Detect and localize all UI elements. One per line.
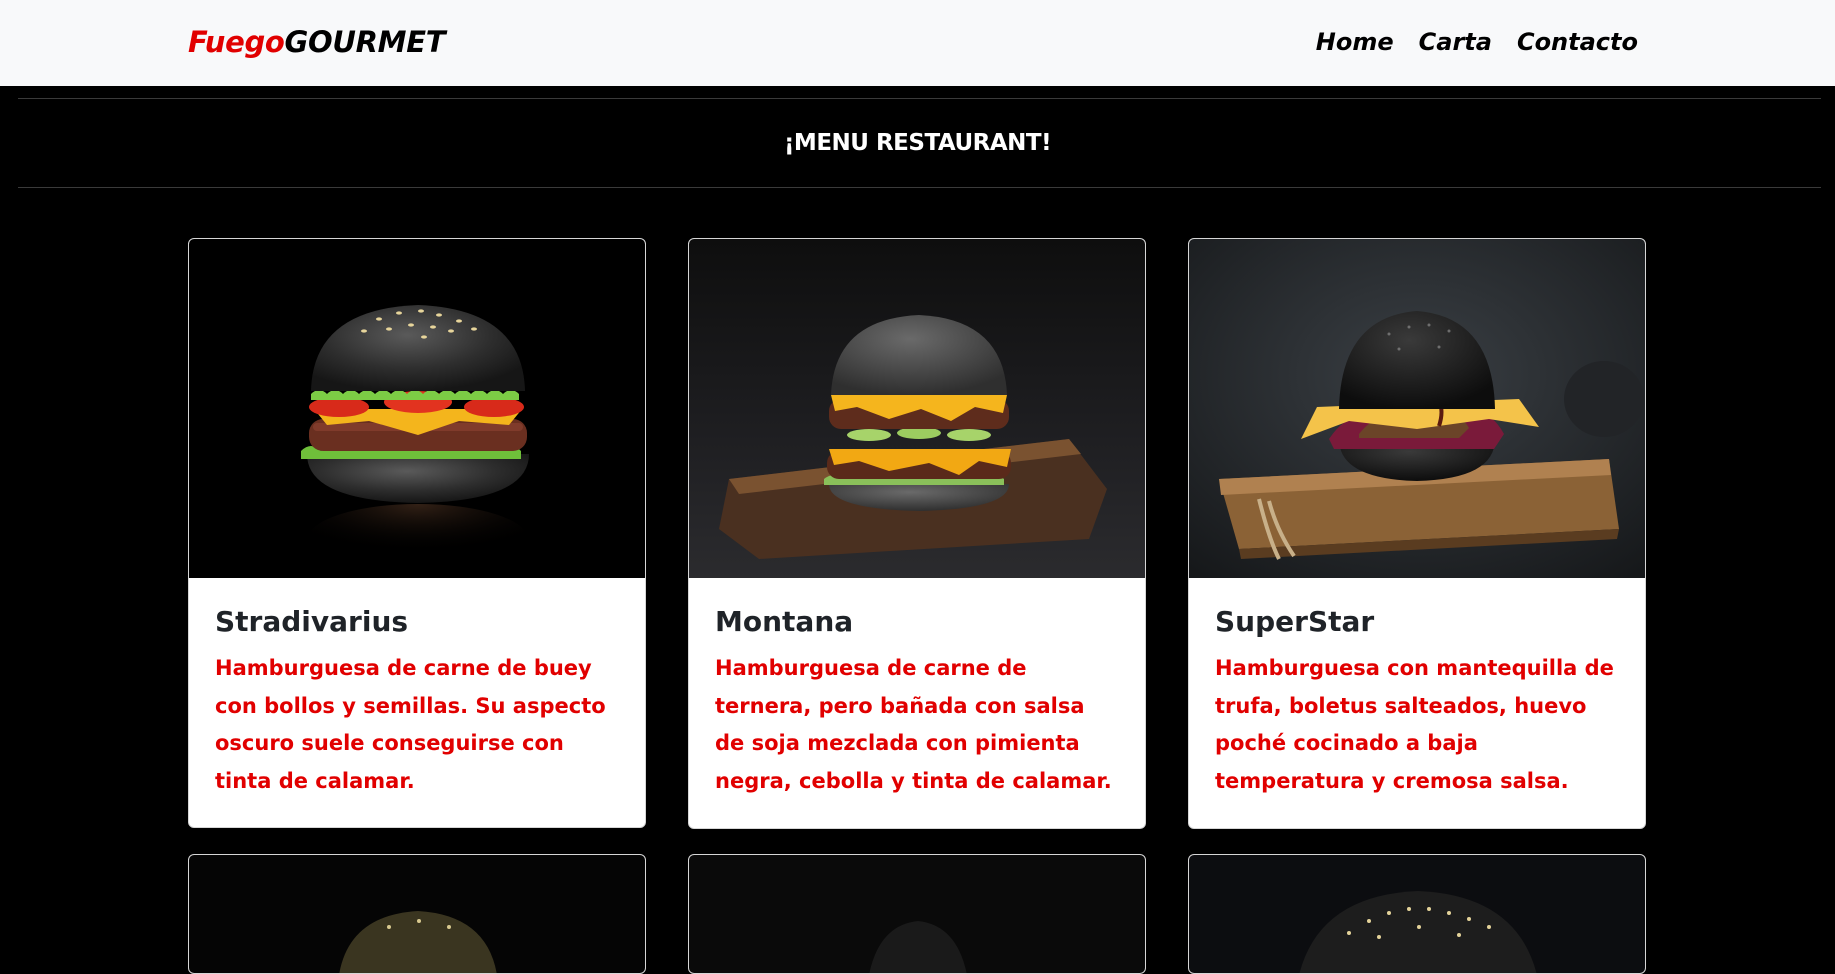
burger-image-row2-2 bbox=[689, 855, 1145, 973]
page-title: ¡MENU RESTAURANT! bbox=[783, 130, 1052, 156]
card-description: Hamburguesa con mantequilla de trufa, bo… bbox=[1215, 656, 1614, 793]
brand-part-gourmet: GOURMET bbox=[284, 25, 446, 59]
burger-image-row2-1 bbox=[189, 855, 645, 973]
menu-card-row2-3[interactable] bbox=[1188, 854, 1646, 974]
nav-links: Home Carta Contacto bbox=[1316, 24, 1638, 60]
card-title: SuperStar bbox=[1215, 605, 1375, 638]
menu-card-row2-2[interactable] bbox=[688, 854, 1146, 974]
menu-card-stradivarius[interactable]: Stradivarius Hamburguesa de carne de bue… bbox=[188, 238, 646, 828]
menu-card-row2-1[interactable] bbox=[188, 854, 646, 974]
card-title: Stradivarius bbox=[215, 605, 409, 638]
menu-card-montana[interactable]: Montana Hamburguesa de carne de ternera,… bbox=[688, 238, 1146, 829]
card-description: Hamburguesa de carne de buey con bollos … bbox=[215, 656, 606, 793]
burger-image-montana bbox=[689, 239, 1145, 578]
burger-image-row2-3 bbox=[1189, 855, 1645, 973]
card-title: Montana bbox=[715, 605, 854, 638]
burger-image-stradivarius bbox=[189, 239, 645, 578]
brand-part-fuego: Fuego bbox=[188, 25, 285, 59]
menu-card-superstar[interactable]: SuperStar Hamburguesa con mantequilla de… bbox=[1188, 238, 1646, 829]
nav-link-home[interactable]: Home bbox=[1316, 24, 1394, 60]
divider-top bbox=[18, 98, 1821, 99]
burger-image-superstar bbox=[1189, 239, 1645, 578]
card-description: Hamburguesa de carne de ternera, pero ba… bbox=[715, 656, 1112, 793]
divider-bottom bbox=[18, 187, 1821, 188]
brand-logo[interactable]: FuegoGOURMET bbox=[188, 24, 446, 60]
nav-link-carta[interactable]: Carta bbox=[1419, 24, 1492, 60]
nav-link-contacto[interactable]: Contacto bbox=[1517, 24, 1638, 60]
navbar: FuegoGOURMET Home Carta Contacto bbox=[0, 0, 1835, 86]
